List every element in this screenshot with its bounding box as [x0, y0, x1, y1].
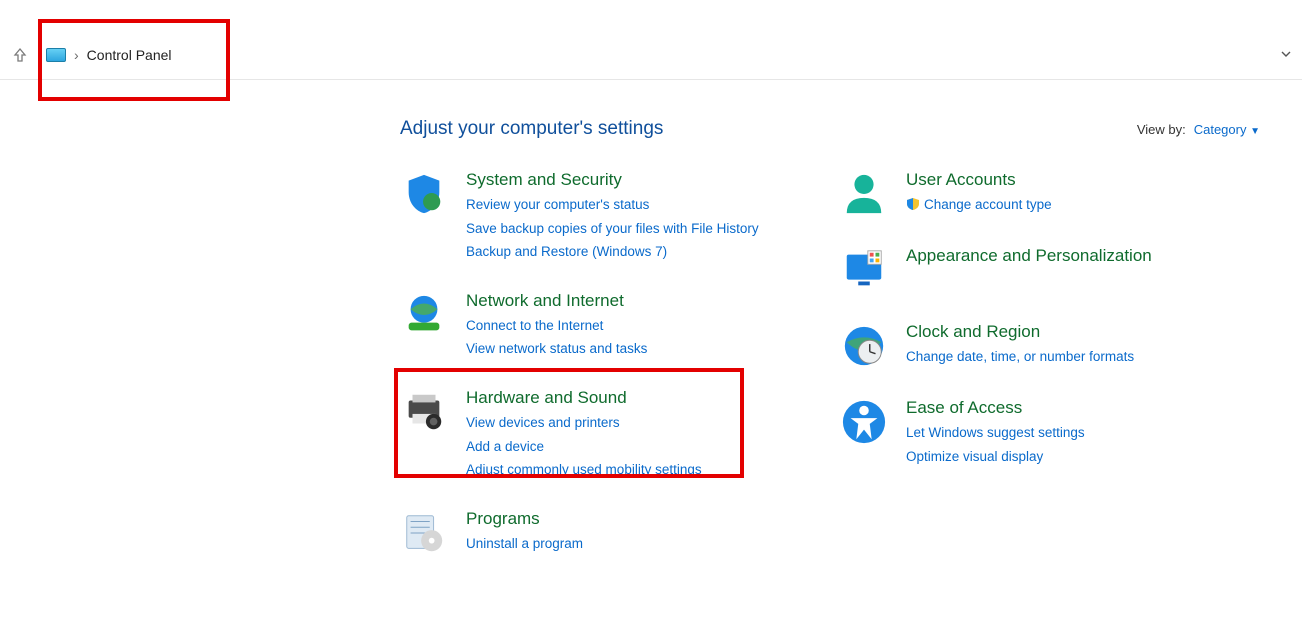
category-title[interactable]: Network and Internet: [466, 291, 647, 311]
category-programs: Programs Uninstall a program: [400, 509, 800, 557]
category-link-text: Change account type: [924, 197, 1052, 212]
category-title[interactable]: Ease of Access: [906, 398, 1085, 418]
category-link[interactable]: Adjust commonly used mobility settings: [466, 459, 702, 481]
category-title[interactable]: System and Security: [466, 170, 759, 190]
category-title[interactable]: Hardware and Sound: [466, 388, 702, 408]
printer-icon: [400, 388, 448, 436]
category-clock-region: Clock and Region Change date, time, or n…: [840, 322, 1220, 370]
category-title[interactable]: Programs: [466, 509, 583, 529]
category-link[interactable]: Uninstall a program: [466, 533, 583, 555]
categories-right: User Accounts Change account type Appear…: [840, 170, 1220, 557]
category-link[interactable]: Add a device: [466, 436, 702, 458]
category-appearance: Appearance and Personalization: [840, 246, 1220, 294]
category-system-security: System and Security Review your computer…: [400, 170, 800, 263]
programs-icon: [400, 509, 448, 557]
category-link[interactable]: Let Windows suggest settings: [906, 422, 1085, 444]
uac-shield-icon: [906, 196, 920, 210]
category-link[interactable]: Change date, time, or number formats: [906, 346, 1134, 368]
page-title: Adjust your computer's settings: [400, 118, 663, 140]
category-link[interactable]: View devices and printers: [466, 412, 702, 434]
category-link[interactable]: Save backup copies of your files with Fi…: [466, 218, 759, 240]
chevron-down-icon[interactable]: [1280, 47, 1292, 63]
category-title[interactable]: User Accounts: [906, 170, 1052, 190]
address-bar: › Control Panel: [0, 30, 1302, 80]
breadcrumb-location: Control Panel: [87, 47, 172, 63]
category-title[interactable]: Clock and Region: [906, 322, 1134, 342]
categories-left: System and Security Review your computer…: [400, 170, 800, 557]
up-icon[interactable]: [10, 45, 30, 65]
category-network-internet: Network and Internet Connect to the Inte…: [400, 291, 800, 360]
category-link[interactable]: Connect to the Internet: [466, 315, 647, 337]
caret-down-icon: ▼: [1250, 126, 1260, 137]
viewby-value: Category: [1194, 122, 1247, 137]
category-user-accounts: User Accounts Change account type: [840, 170, 1220, 218]
chevron-right-icon: ›: [74, 47, 79, 63]
globe-icon: [400, 291, 448, 339]
category-link[interactable]: Backup and Restore (Windows 7): [466, 241, 759, 263]
category-hardware-sound: Hardware and Sound View devices and prin…: [400, 388, 800, 481]
control-panel-icon: [46, 48, 66, 62]
category-ease-of-access: Ease of Access Let Windows suggest setti…: [840, 398, 1220, 467]
content-area: Adjust your computer's settings View by:…: [0, 80, 1302, 577]
category-link[interactable]: Review your computer's status: [466, 194, 759, 216]
shield-icon: [400, 170, 448, 218]
category-link[interactable]: View network status and tasks: [466, 338, 647, 360]
monitor-icon: [840, 246, 888, 294]
category-title[interactable]: Appearance and Personalization: [906, 246, 1152, 266]
viewby-label: View by:: [1137, 122, 1186, 137]
accessibility-icon: [840, 398, 888, 446]
view-by: View by: Category ▼: [1137, 122, 1260, 137]
user-icon: [840, 170, 888, 218]
clock-icon: [840, 322, 888, 370]
breadcrumb[interactable]: › Control Panel: [38, 43, 180, 67]
category-link[interactable]: Change account type: [906, 194, 1052, 216]
viewby-dropdown[interactable]: Category ▼: [1194, 122, 1260, 137]
category-link[interactable]: Optimize visual display: [906, 446, 1085, 468]
